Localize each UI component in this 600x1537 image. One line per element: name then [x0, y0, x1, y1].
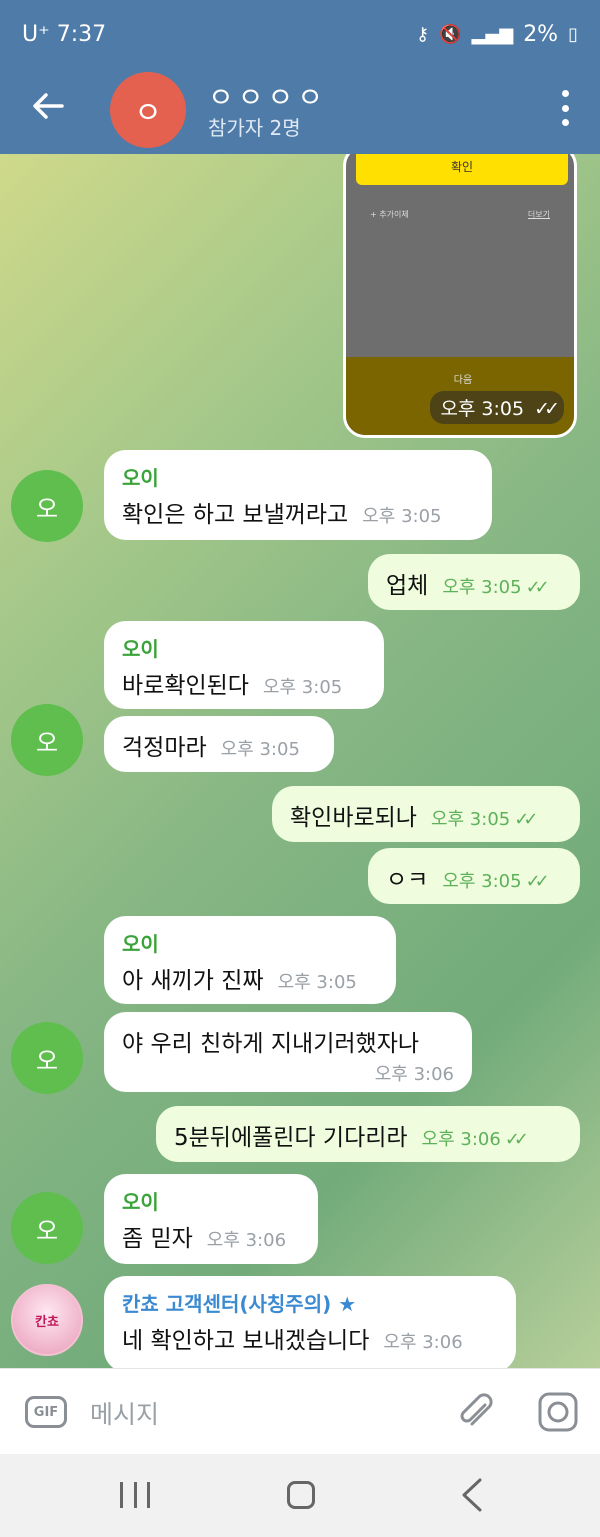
sender-name: 칸쵸 고객센터(사칭주의) ★ [122, 1292, 357, 1316]
camera-icon[interactable] [537, 1391, 579, 1433]
message-text: 아 새끼가 진짜 [122, 968, 264, 994]
avatar-letter: 오 [35, 494, 59, 523]
incoming-message[interactable]: 오이 아 새끼가 진짜 오후 3:05 [104, 916, 396, 1004]
back-arrow-icon[interactable] [28, 86, 68, 126]
system-nav-bar [0, 1454, 600, 1537]
message-input[interactable]: 메시지 [90, 1395, 159, 1431]
sender-name: 오이 [122, 1190, 159, 1214]
status-left: U⁺ 7:37 [22, 22, 106, 47]
outgoing-message[interactable]: 업체 오후 3:05 ✓✓ [368, 554, 580, 610]
incoming-message[interactable]: 오이 좀 믿자 오후 3:06 [104, 1174, 318, 1264]
key-icon: ⚷ [416, 24, 430, 45]
read-check-icon: ✓✓ [534, 398, 560, 420]
image-small-text: + 추가이체 [370, 210, 409, 219]
outgoing-message[interactable]: ㅇㅋ 오후 3:05 ✓✓ [368, 848, 580, 904]
avatar-kancho[interactable]: 칸쵸 [11, 1284, 83, 1356]
sender-name: 오이 [122, 466, 159, 490]
message-time: 오후 3:05 [430, 809, 511, 830]
avatar-letter: 오 [35, 728, 59, 757]
incoming-message[interactable]: 오이 확인은 하고 보낼꺼라고 오후 3:05 [104, 450, 492, 540]
read-check-icon: ✓✓ [504, 1129, 529, 1150]
message-text: 확인은 하고 보낼꺼라고 [122, 502, 349, 528]
message-text: 걱정마라 [122, 735, 207, 761]
incoming-message[interactable]: 야 우리 친하게 지내기러했자나 오후 3:06 [104, 1012, 472, 1092]
status-bar: U⁺ 7:37 ⚷ 🔇 ▂▄▆ 2% ▯ [0, 0, 600, 72]
battery-level: 2% [523, 22, 559, 47]
image-confirm-button: 확인 [356, 154, 568, 185]
chat-area[interactable]: 확인 + 추가이체 더보기 다음 오후 3:05 ✓✓ 오 오이 확인은 하고 … [0, 154, 600, 1368]
recents-icon[interactable] [120, 1482, 150, 1508]
chat-title[interactable]: ㅇㅇㅇㅇ [208, 76, 327, 116]
read-check-icon: ✓✓ [514, 809, 538, 830]
incoming-message[interactable]: 걱정마라 오후 3:05 [104, 716, 334, 772]
message-text: 5분뒤에풀린다 기다리라 [174, 1125, 408, 1151]
home-icon[interactable] [287, 1481, 315, 1509]
signal-icon: ▂▄▆ [471, 24, 514, 45]
chat-avatar[interactable]: ㅇ [110, 72, 186, 148]
message-time: 오후 3:06 [374, 1064, 454, 1085]
image-timestamp: 오후 3:05 ✓✓ [430, 391, 564, 424]
read-check-icon: ✓✓ [525, 577, 550, 598]
image-message[interactable]: 확인 + 추가이체 더보기 다음 오후 3:05 ✓✓ [343, 154, 577, 438]
message-time: 오후 3:06 [421, 1129, 501, 1150]
incoming-message[interactable]: 오이 바로확인된다 오후 3:05 [104, 621, 384, 709]
chat-header: ㅇ ㅇㅇㅇㅇ 참가자 2명 [0, 72, 600, 154]
avatar-label: 칸쵸 [35, 1314, 59, 1330]
more-menu-icon[interactable] [560, 90, 570, 126]
message-text: 확인바로되나 [290, 805, 417, 831]
message-time: 오후 3:05 [262, 677, 343, 698]
avatar-oi[interactable]: 오 [11, 1022, 83, 1094]
message-time: 오후 3:05 [442, 577, 522, 598]
sender-name: 오이 [122, 932, 159, 956]
image-more-link: 더보기 [527, 210, 550, 219]
message-time: 오후 3:06 [383, 1332, 463, 1353]
avatar-oi[interactable]: 오 [11, 1192, 83, 1264]
gif-button[interactable]: GIF [25, 1396, 67, 1428]
clock: 7:37 [56, 22, 107, 47]
avatar-oi[interactable]: 오 [11, 704, 83, 776]
message-text: ㅇㅋ [386, 867, 429, 893]
mute-icon: 🔇 [439, 24, 462, 45]
avatar-oi[interactable]: 오 [11, 470, 83, 542]
message-text: 바로확인된다 [122, 673, 249, 699]
message-time: 오후 3:05 [442, 871, 522, 892]
message-text: 업체 [386, 573, 429, 599]
avatar-letter: 오 [35, 1216, 59, 1245]
avatar-letter: 오 [35, 1046, 59, 1075]
back-nav-icon[interactable] [460, 1478, 484, 1512]
message-text: 네 확인하고 보내겠습니다 [122, 1328, 370, 1354]
paperclip-icon[interactable] [455, 1391, 497, 1433]
participant-count: 참가자 2명 [208, 116, 301, 140]
message-time: 오후 3:05 [277, 972, 357, 993]
carrier-label: U⁺ [22, 22, 50, 47]
message-text: 좀 믿자 [122, 1226, 193, 1252]
image-next-label: 다음 [453, 375, 473, 386]
message-input-bar: GIF 메시지 [0, 1368, 600, 1454]
outgoing-message[interactable]: 5분뒤에풀린다 기다리라 오후 3:06 ✓✓ [156, 1106, 580, 1162]
outgoing-message[interactable]: 확인바로되나 오후 3:05 ✓✓ [272, 786, 580, 842]
message-time: 오후 3:05 [220, 739, 300, 760]
battery-icon: ▯ [568, 24, 578, 45]
message-text: 야 우리 친하게 지내기러했자나 [122, 1031, 420, 1057]
read-check-icon: ✓✓ [525, 871, 550, 892]
status-right: ⚷ 🔇 ▂▄▆ 2% ▯ [416, 22, 578, 47]
chat-avatar-letter: ㅇ [134, 96, 162, 131]
sender-name: 오이 [122, 637, 159, 661]
image-time-text: 오후 3:05 [440, 398, 525, 420]
message-time: 오후 3:05 [362, 506, 442, 527]
incoming-message[interactable]: 칸쵸 고객센터(사칭주의) ★ 네 확인하고 보내겠습니다 오후 3:06 [104, 1276, 516, 1368]
message-time: 오후 3:06 [206, 1230, 287, 1251]
